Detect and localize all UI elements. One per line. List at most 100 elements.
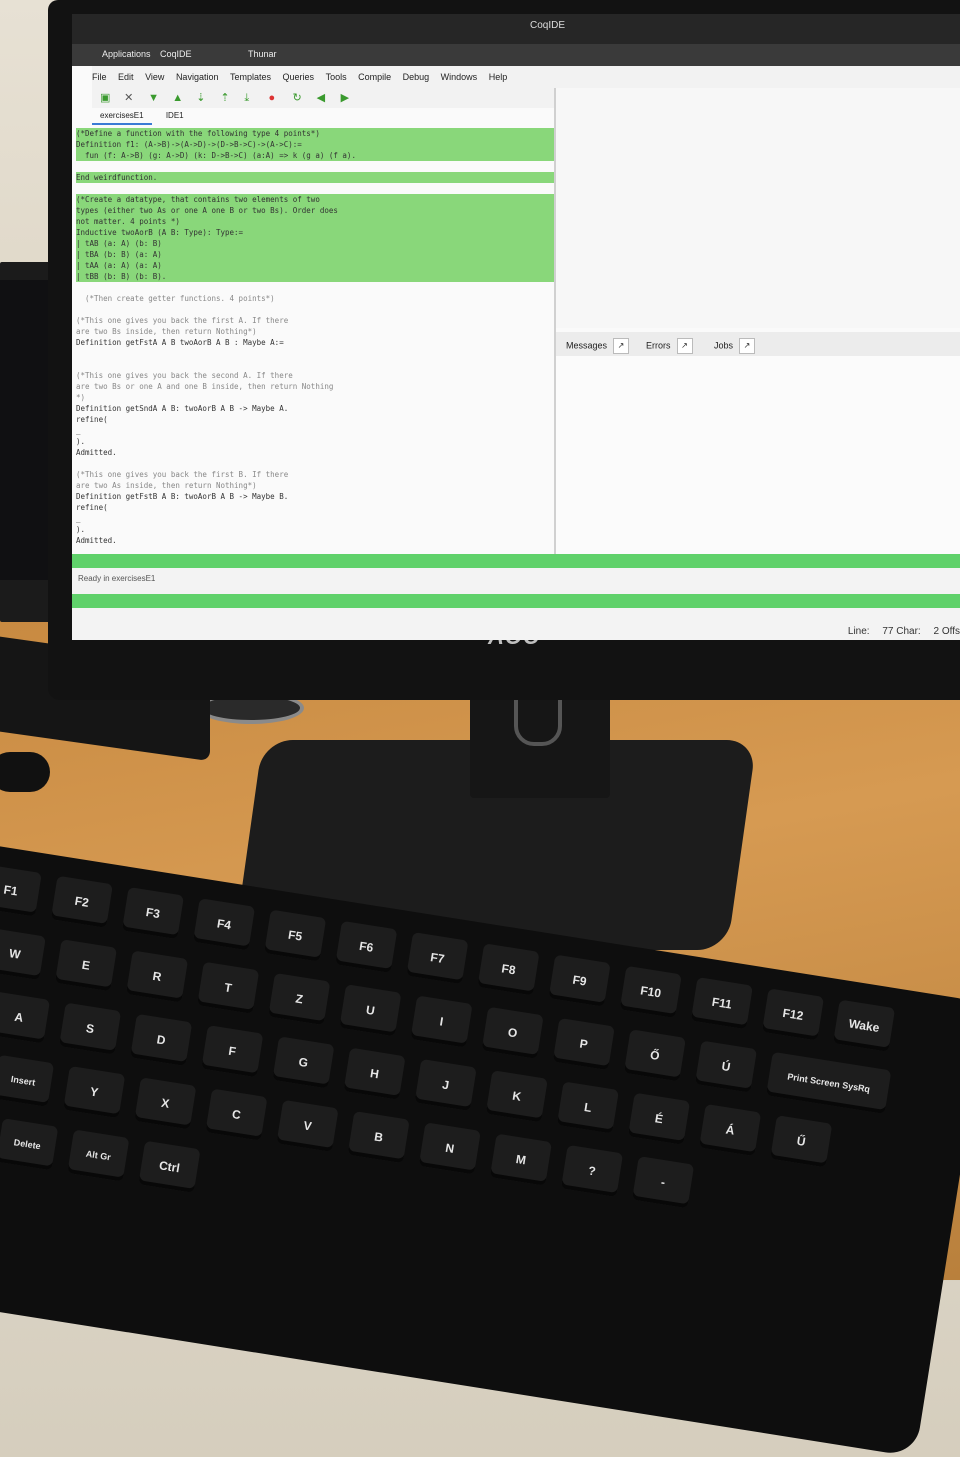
menu-windows[interactable]: Windows: [441, 72, 478, 82]
forward-one-icon[interactable]: ▼: [148, 93, 158, 103]
menu-edit[interactable]: Edit: [118, 72, 134, 82]
code-line[interactable]: *): [76, 392, 554, 403]
keyboard-key[interactable]: Ő: [624, 1029, 686, 1081]
code-line[interactable]: [76, 304, 554, 315]
menu-tools[interactable]: Tools: [326, 72, 347, 82]
close-icon[interactable]: ✕: [124, 93, 134, 103]
code-line[interactable]: Inductive twoAorB (A B: Type): Type:=: [76, 227, 554, 238]
tab-exercises[interactable]: exercisesE1: [92, 108, 152, 125]
keyboard-key[interactable]: K: [486, 1070, 548, 1122]
code-line[interactable]: Admitted.: [76, 535, 554, 546]
code-line[interactable]: are two Bs or one A and one B inside, th…: [76, 381, 554, 392]
keyboard-key[interactable]: A: [0, 991, 50, 1043]
menu-view[interactable]: View: [145, 72, 164, 82]
go-to-cursor-icon[interactable]: ⇣: [196, 93, 206, 103]
taskbar-thunar[interactable]: Thunar: [248, 49, 277, 59]
script-editor[interactable]: (*Define a function with the following t…: [76, 128, 554, 558]
code-line[interactable]: (*Create a datatype, that contains two e…: [76, 194, 554, 205]
code-line[interactable]: ).: [76, 524, 554, 535]
keyboard-key[interactable]: R: [126, 950, 188, 1002]
keyboard-key[interactable]: Ctrl: [138, 1141, 200, 1193]
code-line[interactable]: fun (f: A->B) (g: A->D) (k: D->B->C) (a:…: [76, 150, 554, 161]
keyboard-key[interactable]: P: [553, 1018, 615, 1070]
keyboard-key[interactable]: C: [205, 1089, 267, 1141]
code-line[interactable]: [76, 359, 554, 370]
code-line[interactable]: | tAB (a: A) (b: B): [76, 238, 554, 249]
keyboard-key[interactable]: F11: [691, 977, 753, 1029]
code-line[interactable]: (*Then create getter functions. 4 points…: [76, 293, 554, 304]
keyboard-key[interactable]: B: [348, 1111, 410, 1163]
code-line[interactable]: (*Define a function with the following t…: [76, 128, 554, 139]
code-line[interactable]: are two Bs inside, then return Nothing*): [76, 326, 554, 337]
code-line[interactable]: Admitted.: [76, 447, 554, 458]
keyboard-key[interactable]: Alt Gr: [67, 1129, 129, 1181]
keyboard-key[interactable]: Insert: [0, 1055, 54, 1107]
menu-navigation[interactable]: Navigation: [176, 72, 219, 82]
keyboard-key[interactable]: N: [419, 1122, 481, 1174]
detach-icon[interactable]: ↗: [677, 338, 693, 354]
keyboard-key[interactable]: Wake: [833, 1000, 895, 1052]
keyboard-key[interactable]: F: [201, 1025, 263, 1077]
keyboard-key[interactable]: F9: [549, 955, 611, 1007]
keyboard-key[interactable]: F2: [51, 876, 113, 928]
keyboard-key[interactable]: D: [130, 1014, 192, 1066]
detach-icon[interactable]: ↗: [613, 338, 629, 354]
code-line[interactable]: (*This one gives you back the first A. I…: [76, 315, 554, 326]
keyboard-key[interactable]: F10: [620, 966, 682, 1018]
keyboard-key[interactable]: V: [276, 1100, 338, 1152]
code-line[interactable]: | tBA (b: B) (a: A): [76, 249, 554, 260]
code-line[interactable]: Definition getSndA A B: twoAorB A B -> M…: [76, 403, 554, 414]
code-line[interactable]: refine(: [76, 502, 554, 513]
keyboard-key[interactable]: É: [628, 1093, 690, 1145]
go-to-start-icon[interactable]: ⇡: [220, 93, 230, 103]
keyboard-key[interactable]: Print Screen SysRq: [766, 1052, 891, 1114]
tab-ide1[interactable]: IDE1: [158, 108, 192, 125]
backward-one-icon[interactable]: ▲: [172, 93, 182, 103]
keyboard-key[interactable]: -: [632, 1156, 694, 1208]
keyboard-key[interactable]: Y: [63, 1066, 125, 1118]
code-line[interactable]: [76, 458, 554, 469]
keyboard-key[interactable]: E: [55, 939, 117, 991]
taskbar-coqide[interactable]: CoqIDE: [160, 49, 192, 59]
keyboard-key[interactable]: G: [272, 1036, 334, 1088]
keyboard-key[interactable]: F12: [762, 988, 824, 1040]
keyboard-key[interactable]: F4: [193, 898, 255, 950]
keyboard-key[interactable]: F5: [264, 909, 326, 961]
code-line[interactable]: are two As inside, then return Nothing*): [76, 480, 554, 491]
code-line[interactable]: ).: [76, 436, 554, 447]
go-to-end-icon[interactable]: ⤓: [244, 93, 254, 103]
keyboard-key[interactable]: F1: [0, 864, 42, 916]
code-line[interactable]: refine(: [76, 414, 554, 425]
code-line[interactable]: (*This one gives you back the first B. I…: [76, 469, 554, 480]
interrupt-icon[interactable]: ●: [268, 93, 278, 103]
keyboard-key[interactable]: ?: [561, 1145, 623, 1197]
code-line[interactable]: Definition f1: (A->B)->(A->D)->(D->B->C)…: [76, 139, 554, 150]
menu-queries[interactable]: Queries: [283, 72, 315, 82]
keyboard-key[interactable]: Ú: [695, 1041, 757, 1093]
keyboard-key[interactable]: M: [490, 1134, 552, 1186]
code-line[interactable]: _: [76, 425, 554, 436]
keyboard-key[interactable]: F8: [477, 943, 539, 995]
menu-compile[interactable]: Compile: [358, 72, 391, 82]
keyboard-key[interactable]: X: [134, 1077, 196, 1129]
keyboard-key[interactable]: F7: [406, 932, 468, 984]
next-occurrence-icon[interactable]: ▶: [341, 93, 351, 103]
keyboard-key[interactable]: S: [59, 1003, 121, 1055]
detach-icon[interactable]: ↗: [739, 338, 755, 354]
menu-debug[interactable]: Debug: [403, 72, 430, 82]
code-line[interactable]: End weirdfunction.: [76, 172, 554, 183]
save-icon[interactable]: ▣: [100, 93, 110, 103]
previous-occurrence-icon[interactable]: ◀: [317, 93, 327, 103]
code-line[interactable]: types (either two As or one A one B or t…: [76, 205, 554, 216]
tab-errors[interactable]: Errors↗: [646, 338, 693, 354]
code-line[interactable]: [76, 282, 554, 293]
code-line[interactable]: Definition getFstB A B: twoAorB A B -> M…: [76, 491, 554, 502]
restart-icon[interactable]: ↻: [293, 93, 303, 103]
code-line[interactable]: | tAA (a: A) (a: A): [76, 260, 554, 271]
applications-menu[interactable]: Applications: [102, 49, 151, 59]
keyboard-key[interactable]: W: [0, 928, 46, 980]
keyboard-key[interactable]: Z: [268, 973, 330, 1025]
keyboard-key[interactable]: L: [557, 1081, 619, 1133]
keyboard-key[interactable]: F6: [335, 921, 397, 973]
code-line[interactable]: (*This one gives you back the second A. …: [76, 370, 554, 381]
